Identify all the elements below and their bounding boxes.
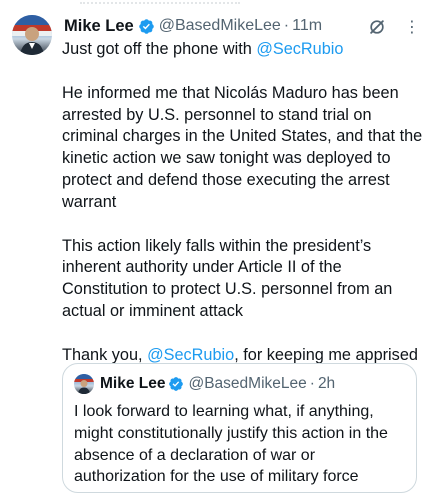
quoted-author-name[interactable]: Mike Lee — [100, 375, 165, 393]
avatar[interactable] — [12, 15, 52, 55]
post-text: Just got off the phone with @SecRubio He… — [62, 39, 424, 367]
quoted-post-text: I look forward to learning what, if anyt… — [74, 403, 388, 486]
post[interactable]: Mike Lee @BasedMikeLee · 11m ⋮ Just got … — [0, 0, 429, 500]
quoted-post-card[interactable]: Mike Lee @BasedMikeLee · 2h I look forwa… — [62, 363, 417, 493]
more-icon[interactable]: ⋮ — [404, 18, 420, 38]
mention-link[interactable]: @SecRubio — [147, 346, 234, 364]
post-time[interactable]: 11m — [292, 17, 322, 35]
quoted-avatar-image — [74, 374, 94, 394]
post-paragraph-1: Just got off the phone with @SecRubio — [62, 39, 424, 61]
author-handle[interactable]: @BasedMikeLee — [159, 17, 281, 35]
author-name[interactable]: Mike Lee — [64, 17, 134, 36]
post-text-segment: , for keeping me apprised — [234, 345, 418, 364]
grok-icon[interactable] — [367, 17, 387, 37]
separator-dot: · — [283, 17, 290, 34]
quoted-author-handle[interactable]: @BasedMikeLee — [188, 375, 306, 393]
quoted-avatar[interactable] — [74, 374, 94, 394]
timeline-view: Mike Lee @BasedMikeLee · 11m ⋮ Just got … — [0, 0, 429, 500]
verified-badge-icon[interactable] — [168, 376, 184, 392]
post-header: Mike Lee @BasedMikeLee · 11m — [64, 15, 322, 37]
separator-dot: · — [309, 375, 315, 392]
avatar-image — [12, 15, 52, 55]
post-paragraph-3: This action likely falls within the pres… — [62, 236, 393, 320]
quoted-post-time[interactable]: 2h — [318, 375, 335, 393]
verified-badge-icon[interactable] — [138, 18, 155, 35]
post-text-segment: Thank you, — [62, 345, 148, 364]
quoted-post-header: Mike Lee @BasedMikeLee · 2h — [74, 374, 335, 394]
post-text-segment: Just got off the phone with — [62, 40, 257, 58]
mention-link[interactable]: @SecRubio — [256, 40, 343, 58]
post-paragraph-2: He informed me that Nicolás Maduro has b… — [62, 83, 423, 211]
